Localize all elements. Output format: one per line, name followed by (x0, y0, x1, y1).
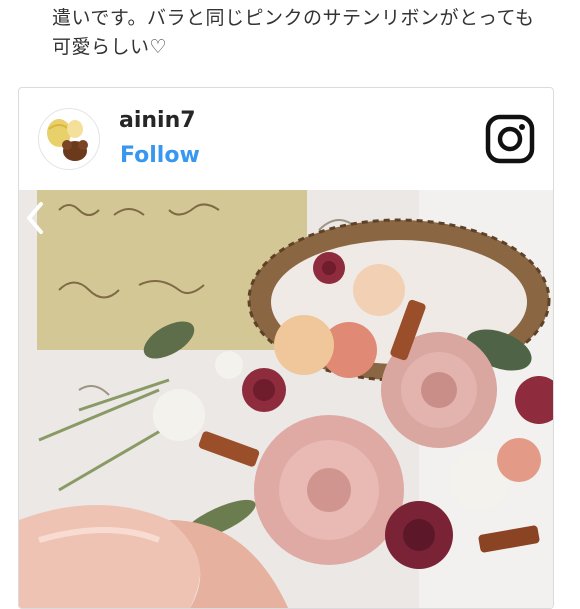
follow-button[interactable]: Follow (120, 143, 200, 168)
profile-avatar[interactable] (38, 108, 100, 170)
chevron-left-icon[interactable] (23, 200, 47, 236)
caption-line-1: 遣いです。バラと同じピンクのサテンリボンがとっても (52, 7, 535, 29)
post-photo[interactable] (19, 190, 553, 608)
bouquet-image (19, 190, 553, 608)
instagram-embed: ainin7 Follow (18, 87, 554, 609)
embed-header: ainin7 Follow (19, 88, 553, 190)
profile-username[interactable]: ainin7 (119, 108, 196, 133)
instagram-icon[interactable] (485, 114, 535, 164)
caption-line-2: 可愛らしい♡ (52, 36, 168, 58)
post-caption: 遣いです。バラと同じピンクのサテンリボンがとっても 可愛らしい♡ (52, 4, 562, 62)
